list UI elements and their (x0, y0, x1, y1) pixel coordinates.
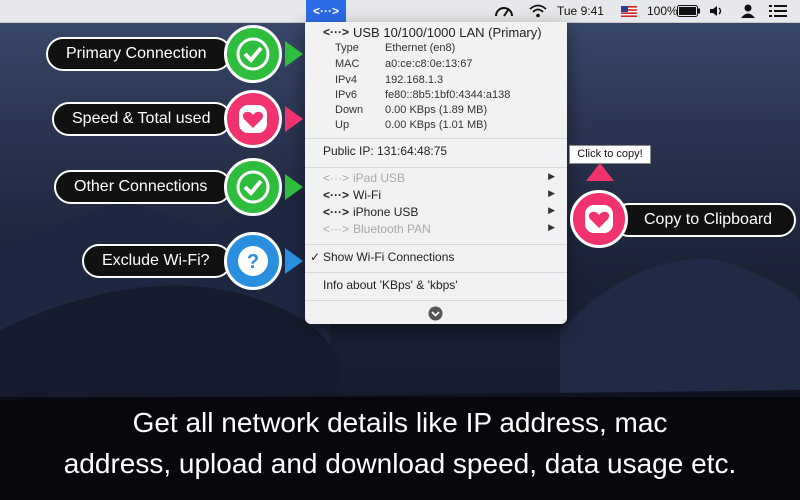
public-ip-item[interactable]: Public IP: 131:64:48:75 (305, 144, 567, 162)
heart-badge-icon (570, 190, 628, 248)
caption-banner: Get all network details like IP address,… (0, 397, 800, 500)
list-icon[interactable] (769, 5, 787, 27)
caption-line-2: address, upload and download speed, data… (63, 448, 737, 479)
heart-badge-icon (224, 90, 282, 148)
callout-primary-connection: Primary Connection (46, 37, 232, 71)
user-icon[interactable] (741, 4, 755, 26)
menu-separator (305, 300, 567, 301)
callout-pointer (285, 41, 303, 67)
check-badge-icon (224, 25, 282, 83)
submenu-arrow-icon: ▶ (548, 222, 555, 232)
menu-separator (305, 244, 567, 245)
caption-line-1: Get all network details like IP address,… (132, 407, 668, 438)
callout-speed-total: Speed & Total used (52, 102, 232, 136)
callout-copy-clipboard: Copy to Clipboard (612, 203, 796, 237)
connection-icon: <···> (323, 25, 350, 39)
check-badge-icon (224, 158, 282, 216)
scroll-down-icon[interactable] (428, 306, 443, 321)
connection-icon: <···> (323, 171, 350, 185)
callout-other-connections: Other Connections (54, 170, 232, 204)
submenu-arrow-icon: ▶ (548, 188, 555, 198)
connection-iphone-usb[interactable]: <···> iPhone USB ▶ (305, 205, 567, 221)
checkmark-icon: ✓ (310, 250, 321, 264)
submenu-arrow-icon: ▶ (548, 171, 555, 181)
connection-icon: <···> (323, 205, 350, 219)
menu-separator (305, 167, 567, 168)
callout-exclude-wifi: Exclude Wi-Fi? (82, 244, 232, 278)
connection-ipad-usb[interactable]: <···> iPad USB ▶ (305, 171, 567, 187)
svg-text:?: ? (247, 251, 259, 273)
info-kbps-item[interactable]: Info about 'KBps' & 'kbps' (305, 278, 567, 296)
volume-icon[interactable] (709, 5, 725, 27)
connection-icon: <···> (323, 222, 350, 236)
primary-connection-item[interactable]: <···> USB 10/100/1000 LAN (Primary) (305, 25, 567, 43)
menu-bar: <···> Tue 9:41 100% (0, 0, 800, 23)
connection-icon: <···> (323, 188, 350, 202)
submenu-arrow-icon: ▶ (548, 205, 555, 215)
show-wifi-toggle[interactable]: ✓ Show Wi-Fi Connections (305, 250, 567, 268)
connection-wifi[interactable]: <···> Wi-Fi ▶ (305, 188, 567, 204)
network-dropdown-menu: <···> USB 10/100/1000 LAN (Primary) Type… (305, 22, 567, 324)
primary-connection-title: USB 10/100/1000 LAN (Primary) (353, 25, 542, 40)
flag-icon[interactable] (621, 6, 637, 28)
callout-pointer (586, 163, 614, 181)
callout-pointer (285, 248, 303, 274)
menu-separator (305, 138, 567, 139)
battery-icon[interactable] (677, 5, 701, 27)
copy-tooltip: Click to copy! (569, 145, 651, 164)
callout-pointer (285, 174, 303, 200)
connection-bluetooth-pan[interactable]: <···> Bluetooth PAN ▶ (305, 222, 567, 238)
battery-percent: 100% (647, 4, 678, 18)
network-menu-icon[interactable]: <···> (306, 0, 346, 22)
menubar-clock[interactable]: Tue 9:41 (557, 0, 604, 22)
callout-pointer (285, 106, 303, 132)
menu-separator (305, 272, 567, 273)
question-badge-icon: ? (224, 232, 282, 290)
